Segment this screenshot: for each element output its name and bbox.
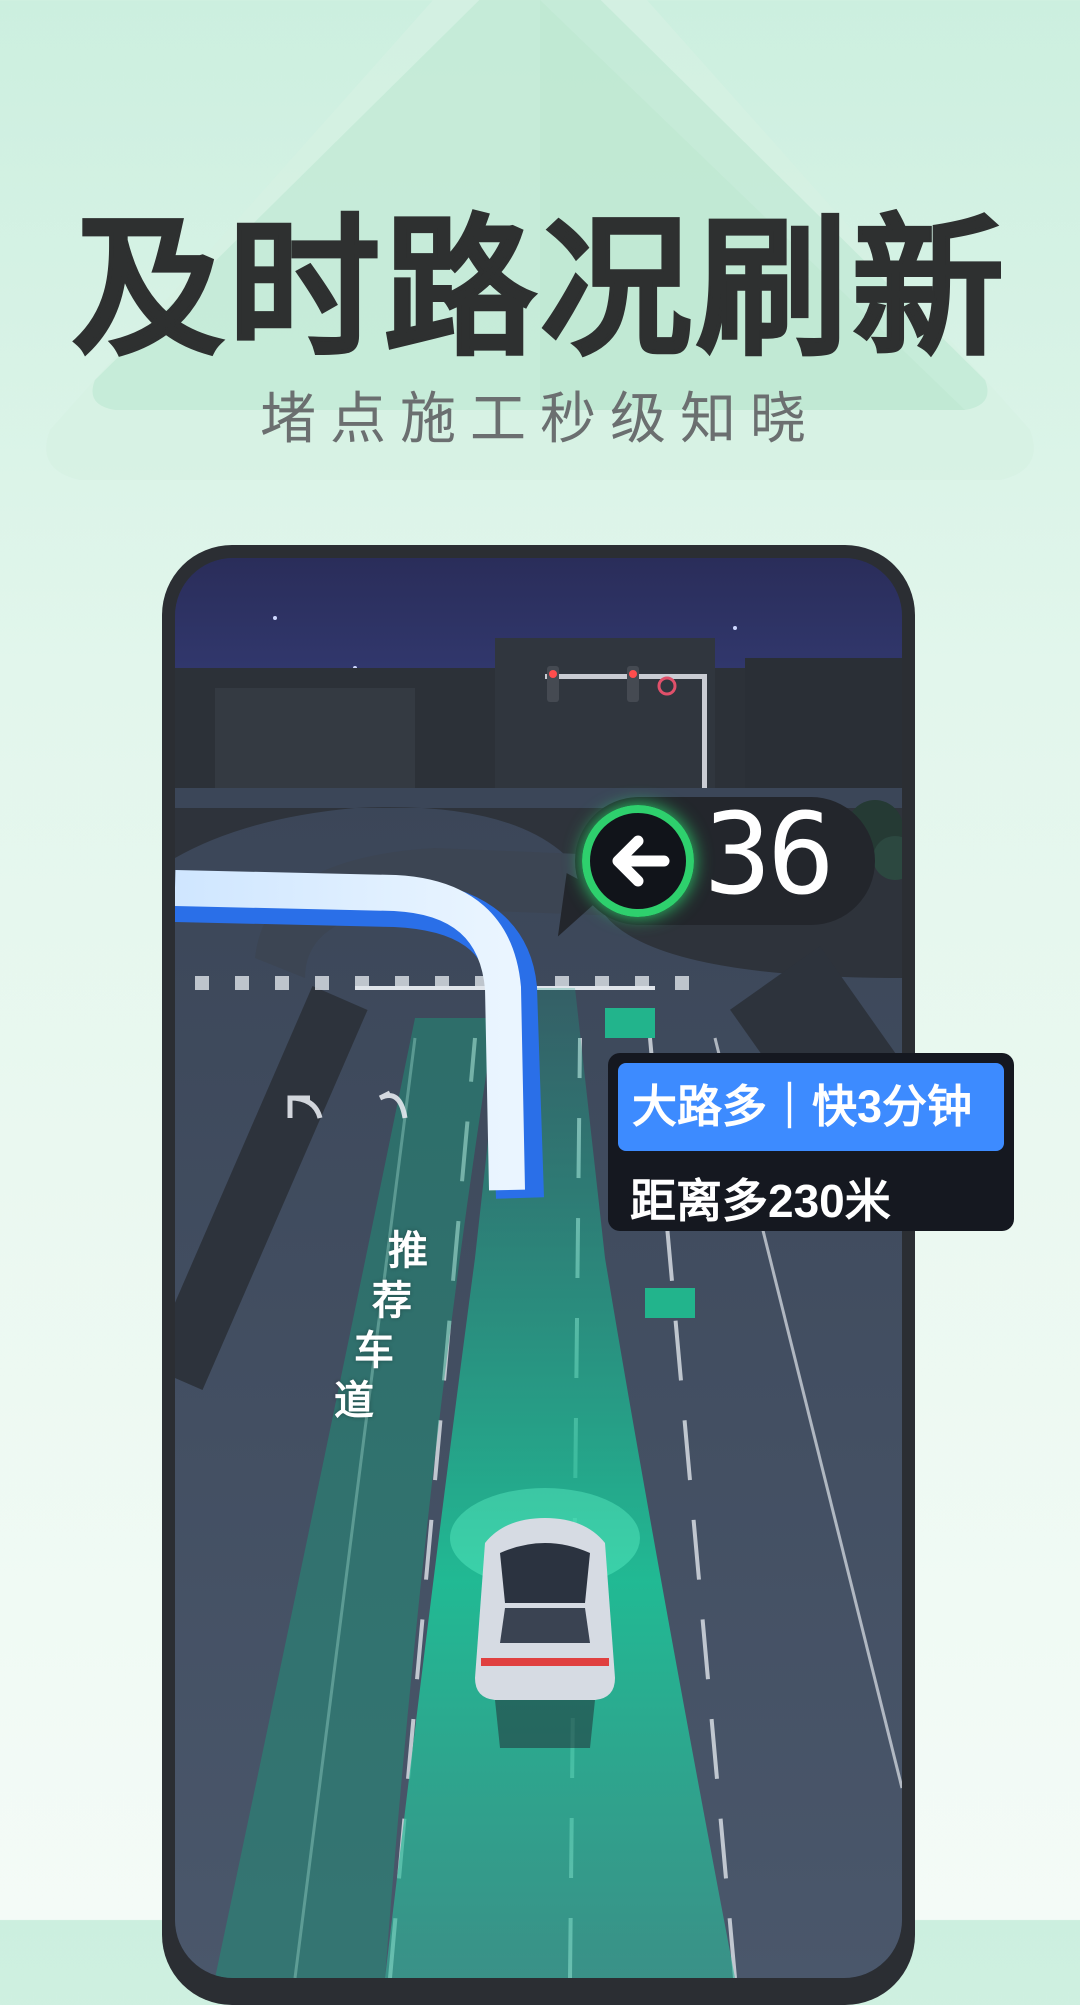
route-tag: 大路多｜快3分钟 (618, 1063, 1004, 1151)
road-scene-illustration (175, 558, 902, 1978)
route-distance: 距离多230米 (630, 1175, 891, 1227)
navigation-screen (175, 558, 902, 1978)
signal-countdown-number: 36 (704, 790, 835, 920)
page-subtitle: 堵点施工秒级知晓 (260, 387, 820, 450)
lane-label-char: 道 (334, 1379, 374, 1423)
left-arrow-signal-icon (582, 805, 694, 917)
route-info-card[interactable]: 大路多｜快3分钟 距离多230米 (608, 1053, 1014, 1231)
page-title: 及时路况刷新 (71, 203, 1008, 375)
